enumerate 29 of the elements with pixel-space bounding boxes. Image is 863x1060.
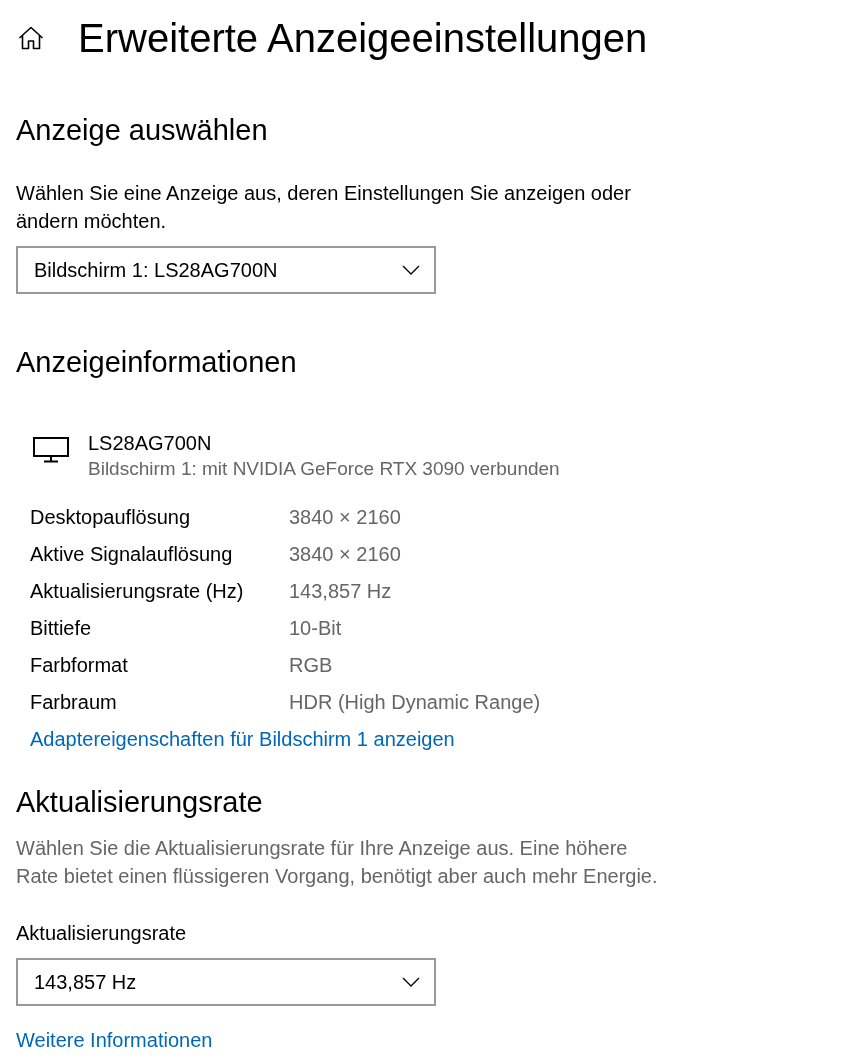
display-dropdown[interactable]: Bildschirm 1: LS28AG700N xyxy=(16,246,436,294)
section-heading: Anzeige auswählen xyxy=(16,113,268,148)
monitor-icon xyxy=(33,437,69,463)
property-label: Farbraum xyxy=(30,690,117,715)
section-heading: Anzeigeinformationen xyxy=(16,345,297,380)
section-heading: Aktualisierungsrate xyxy=(16,785,263,820)
chevron-down-icon xyxy=(402,977,420,987)
property-label: Farbformat xyxy=(30,653,128,678)
description-text: Wählen Sie die Aktualisierungsrate für Ihre Anzeige aus. Eine höhere Rate bietet einen flüssigeren Vorgang, benötigt aber auch mehr Energie. xyxy=(16,836,659,889)
property-value: RGB xyxy=(289,653,333,678)
property-value: 3840 × 2160 xyxy=(289,505,401,530)
adapter-properties-link[interactable]: Adaptereigenschaften für Bildschirm 1 anzeigen xyxy=(30,721,455,758)
page-title: Erweiterte Anzeigeeinstellungen xyxy=(78,15,648,62)
monitor-name: LS28AG700N xyxy=(88,431,212,456)
monitor-connection-text: Bildschirm 1: mit NVIDIA GeForce RTX 3090 verbunden xyxy=(88,457,560,481)
more-info-link[interactable]: Weitere Informationen xyxy=(16,1026,213,1054)
chevron-down-icon xyxy=(402,265,420,275)
property-value: 3840 × 2160 xyxy=(289,542,401,567)
refresh-rate-dropdown[interactable]: 143,857 Hz xyxy=(16,958,436,1006)
home-icon[interactable] xyxy=(18,26,44,50)
property-label: Aktive Signalauflösung xyxy=(30,542,233,567)
description-text: Wählen Sie eine Anzeige aus, deren Einstellungen Sie anzeigen oder ändern möchten. xyxy=(16,181,632,234)
property-value: 10-Bit xyxy=(289,616,342,641)
property-value: HDR (High Dynamic Range) xyxy=(289,690,541,715)
property-value: 143,857 Hz xyxy=(289,579,392,604)
field-label: Aktualisierungsrate xyxy=(16,921,187,946)
property-label: Aktualisierungsrate (Hz) xyxy=(30,579,244,604)
property-label: Bittiefe xyxy=(30,616,92,641)
property-label: Desktopauflösung xyxy=(30,505,191,530)
